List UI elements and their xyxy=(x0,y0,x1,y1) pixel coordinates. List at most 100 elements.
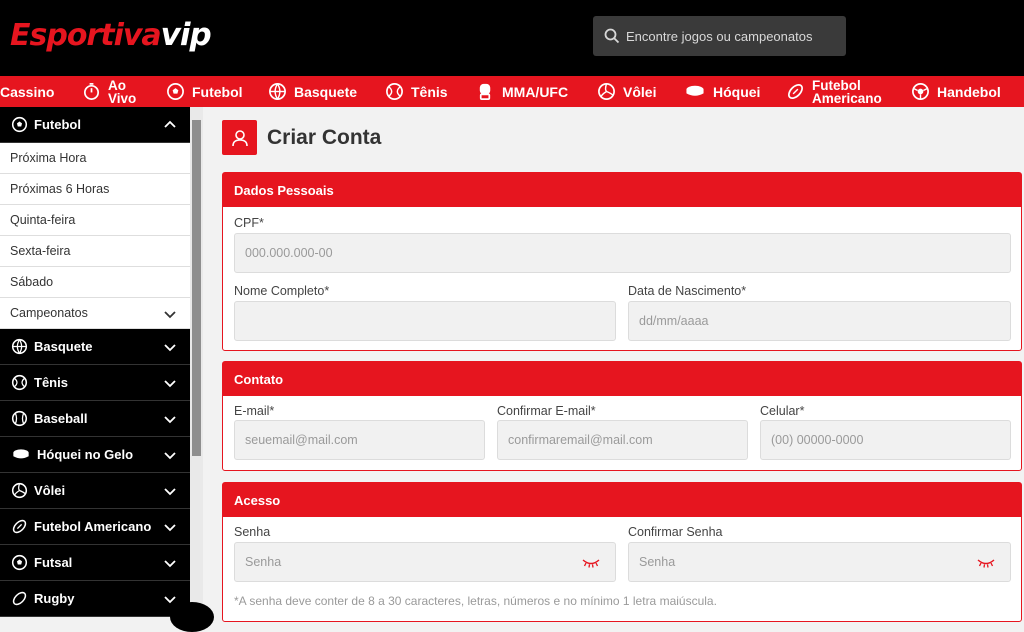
chevron-down-icon[interactable] xyxy=(164,413,176,425)
sidebar-item-label: Tênis xyxy=(34,375,68,390)
nav-item-tenis[interactable]: Tênis xyxy=(385,76,448,107)
nav-item-label: Handebol xyxy=(937,83,1001,100)
nav-item-label: Futebol xyxy=(192,83,243,100)
handball-icon xyxy=(911,82,930,101)
tennis-ball-icon xyxy=(11,374,28,391)
sidebar-item-label: Futsal xyxy=(34,555,73,570)
nav-item-label: Tênis xyxy=(411,83,448,100)
sidebar-subitem-proxima-hora[interactable]: Próxima Hora xyxy=(0,143,190,174)
sidebar-item-label: Vôlei xyxy=(34,483,66,498)
eye-closed-icon[interactable] xyxy=(581,556,601,570)
chevron-down-icon[interactable] xyxy=(164,485,176,497)
sidebar-item-futebol-americano[interactable]: Futebol Americano xyxy=(0,509,190,545)
chevron-down-icon[interactable] xyxy=(164,377,176,389)
sidebar-subitem-sabado[interactable]: Sábado xyxy=(0,267,190,298)
sports-sidebar: Futebol Próxima Hora Próximas 6 Horas Qu… xyxy=(0,107,190,617)
nav-item-ao-vivo[interactable]: Ao Vivo xyxy=(82,76,140,107)
nav-item-label: Cassino xyxy=(0,83,55,100)
celular-label: Celular* xyxy=(760,404,805,418)
sidebar-item-futebol[interactable]: Futebol xyxy=(0,107,190,143)
volleyball-icon xyxy=(597,82,616,101)
search-input[interactable] xyxy=(626,28,846,44)
volleyball-icon xyxy=(11,482,28,499)
chat-bubble-button[interactable] xyxy=(170,602,214,632)
sidebar-subitem-sexta-feira[interactable]: Sexta-feira xyxy=(0,236,190,267)
sidebar-subitem-quinta-feira[interactable]: Quinta-feira xyxy=(0,205,190,236)
email-input[interactable] xyxy=(235,421,484,459)
stopwatch-icon xyxy=(82,82,101,101)
basketball-icon xyxy=(11,338,28,355)
page-title: Criar Conta xyxy=(267,126,382,149)
acesso-card: Acesso Senha Confirmar Senha *A senha de… xyxy=(222,482,1022,622)
sidebar-subitem-label: Próxima Hora xyxy=(10,151,87,165)
search-icon xyxy=(604,28,620,44)
eye-closed-icon[interactable] xyxy=(976,556,996,570)
sports-nav-bar: Cassino Ao Vivo Futebol Basquete Tênis M… xyxy=(0,76,1024,107)
chevron-down-icon[interactable] xyxy=(164,449,176,461)
sidebar-subitem-label: Sexta-feira xyxy=(10,244,71,258)
nav-item-label: Ao Vivo xyxy=(108,77,137,106)
nav-item-label: Basquete xyxy=(294,83,358,100)
confirm-senha-input[interactable] xyxy=(629,543,1010,581)
confirm-senha-field-box xyxy=(628,542,1011,582)
cpf-label: CPF* xyxy=(234,216,264,230)
sidebar-item-basquete[interactable]: Basquete xyxy=(0,329,190,365)
sidebar-subitem-label: Próximas 6 Horas xyxy=(10,182,110,196)
sidebar-item-futsal[interactable]: Futsal xyxy=(0,545,190,581)
chevron-down-icon[interactable] xyxy=(164,308,176,320)
chevron-down-icon[interactable] xyxy=(164,521,176,533)
celular-input[interactable] xyxy=(761,421,1010,459)
sidebar-item-label: Baseball xyxy=(34,411,88,426)
esportivavip-logo[interactable]: Esportiva vip xyxy=(10,17,212,57)
sidebar-item-label: Futebol Americano xyxy=(34,519,152,534)
dados-pessoais-header: Dados Pessoais xyxy=(223,173,1021,207)
sidebar-subitem-campeonatos[interactable]: Campeonatos xyxy=(0,298,190,329)
sidebar-item-rugby[interactable]: Rugby xyxy=(0,581,190,617)
contato-header: Contato xyxy=(223,362,1021,396)
nav-item-basquete[interactable]: Basquete xyxy=(268,76,357,107)
soccer-ball-icon xyxy=(166,82,185,101)
nome-field-box xyxy=(234,301,616,341)
sidebar-item-tenis[interactable]: Tênis xyxy=(0,365,190,401)
chevron-down-icon[interactable] xyxy=(164,341,176,353)
nav-item-cassino[interactable]: Cassino xyxy=(0,76,54,107)
confirm-email-label: Confirmar E-mail* xyxy=(497,404,596,418)
sidebar-item-hoquei-no-gelo[interactable]: Hóquei no Gelo xyxy=(0,437,190,473)
baseball-icon xyxy=(11,410,28,427)
nav-item-hoquei[interactable]: Hóquei xyxy=(684,76,760,107)
nav-item-futebol[interactable]: Futebol xyxy=(166,76,243,107)
nav-item-label: MMA/UFC xyxy=(502,83,569,100)
senha-field-box xyxy=(234,542,616,582)
sidebar-subitem-label: Sábado xyxy=(10,275,54,289)
american-football-icon xyxy=(786,82,805,101)
logo-text-esportiva: Esportiva xyxy=(10,18,162,53)
nav-item-mma-ufc[interactable]: MMA/UFC xyxy=(476,76,568,107)
chevron-up-icon[interactable] xyxy=(164,119,176,131)
soccer-ball-icon xyxy=(11,116,28,133)
nav-item-futebol-americano[interactable]: Futebol Americano xyxy=(786,76,884,107)
chevron-down-icon[interactable] xyxy=(164,593,176,605)
top-header: Esportiva vip xyxy=(0,0,1024,76)
senha-label: Senha xyxy=(234,525,271,539)
nav-item-handebol[interactable]: Handebol xyxy=(911,76,1001,107)
sidebar-subitem-label: Quinta-feira xyxy=(10,213,76,227)
hockey-puck-icon xyxy=(11,446,31,463)
sidebar-subitem-proximas-6-horas[interactable]: Próximas 6 Horas xyxy=(0,174,190,205)
basketball-icon xyxy=(268,82,287,101)
nome-completo-label: Nome Completo* xyxy=(234,284,330,298)
logo-text-vip: vip xyxy=(160,17,212,53)
chevron-down-icon[interactable] xyxy=(164,557,176,569)
search-box[interactable] xyxy=(593,16,846,56)
confirm-senha-label: Confirmar Senha xyxy=(628,525,723,539)
nav-item-volei[interactable]: Vôlei xyxy=(597,76,656,107)
cpf-input[interactable] xyxy=(235,234,1010,272)
rugby-ball-icon xyxy=(11,590,28,607)
sidebar-item-volei[interactable]: Vôlei xyxy=(0,473,190,509)
senha-input[interactable] xyxy=(235,543,615,581)
sidebar-item-baseball[interactable]: Baseball xyxy=(0,401,190,437)
soccer-ball-icon xyxy=(11,554,28,571)
data-nascimento-input[interactable] xyxy=(629,302,1010,340)
sidebar-scrollbar-thumb[interactable] xyxy=(192,120,201,456)
nome-completo-input[interactable] xyxy=(235,302,615,340)
confirm-email-input[interactable] xyxy=(498,421,747,459)
